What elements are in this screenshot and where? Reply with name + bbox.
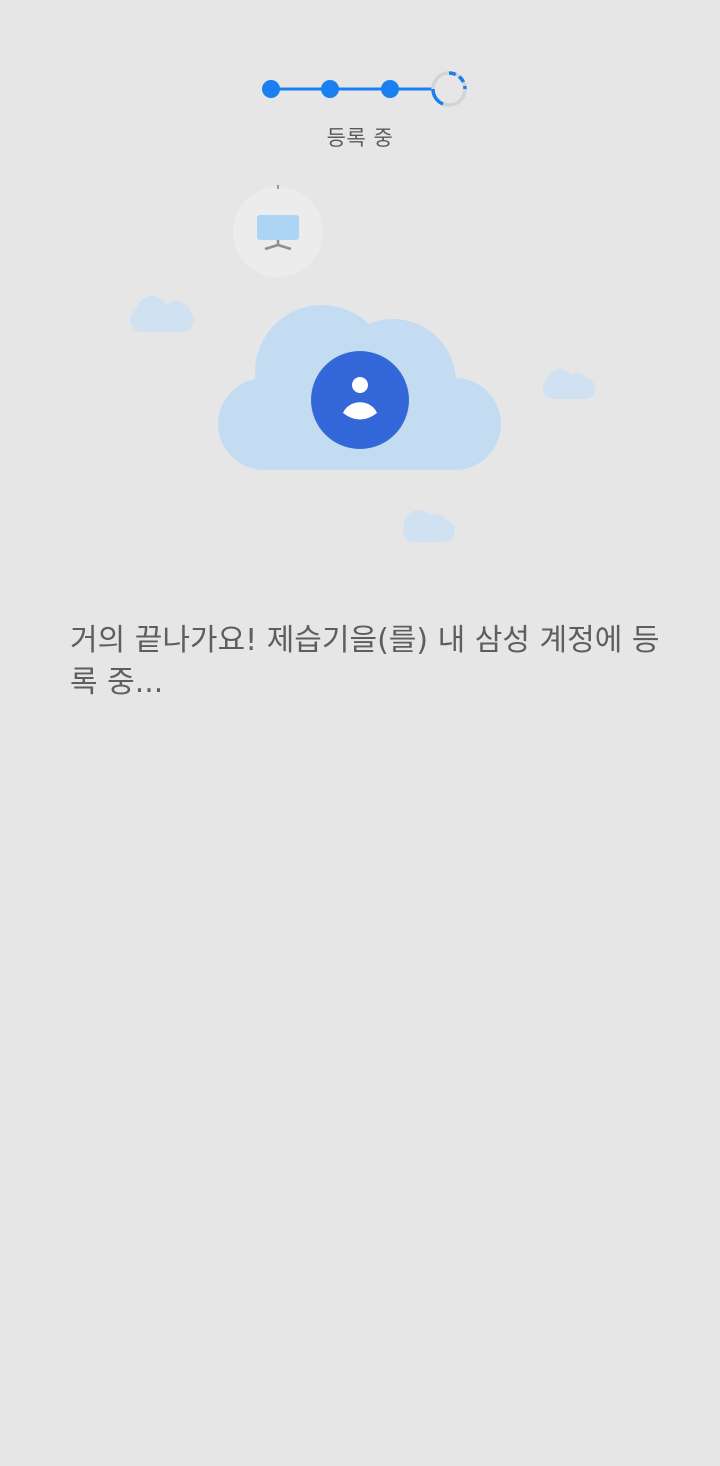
progress-step-2-dot: [321, 80, 339, 98]
account-icon: [311, 351, 409, 449]
small-cloud-left-icon: [130, 296, 194, 333]
registration-message: 거의 끝나가요! 제습기을(를) 내 삼성 계정에 등록 중...: [70, 623, 660, 700]
registration-illustration: [0, 170, 720, 570]
device-bubble: [233, 185, 323, 277]
progress-stepper: [250, 66, 480, 112]
small-cloud-bottom-icon: [403, 510, 455, 542]
current-step-label: 등록 중: [326, 126, 394, 150]
progress-step-1-dot: [262, 80, 280, 98]
progress-step-3-dot: [381, 80, 399, 98]
small-cloud-right-icon: [543, 369, 595, 399]
progress-step-4-spinner-icon: [431, 71, 467, 107]
